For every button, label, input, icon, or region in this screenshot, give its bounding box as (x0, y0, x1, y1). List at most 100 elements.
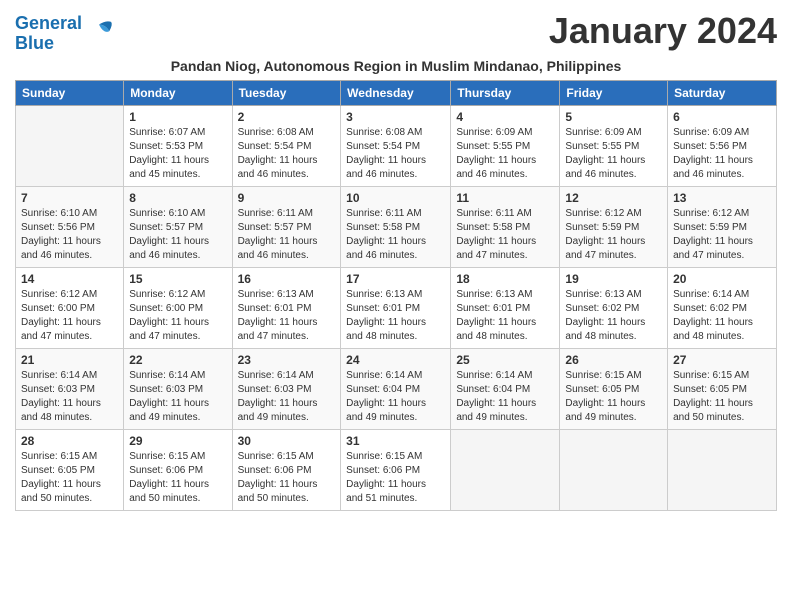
day-number: 1 (129, 110, 226, 124)
day-number: 26 (565, 353, 662, 367)
day-info: Sunrise: 6:14 AMSunset: 6:03 PMDaylight:… (129, 369, 226, 425)
day-info: Sunrise: 6:12 AMSunset: 6:00 PMDaylight:… (129, 288, 226, 344)
day-info: Sunrise: 6:08 AMSunset: 5:54 PMDaylight:… (238, 126, 336, 182)
day-number: 8 (129, 191, 226, 205)
calendar-cell: 29 Sunrise: 6:15 AMSunset: 6:06 PMDayligh… (124, 429, 232, 510)
calendar-cell: 13 Sunrise: 6:12 AMSunset: 5:59 PMDayligh… (668, 186, 777, 267)
day-number: 30 (238, 434, 336, 448)
logo: GeneralBlue (15, 14, 113, 54)
calendar-cell: 5 Sunrise: 6:09 AMSunset: 5:55 PMDaylight… (560, 105, 668, 186)
day-number: 16 (238, 272, 336, 286)
day-info: Sunrise: 6:15 AMSunset: 6:06 PMDaylight:… (238, 450, 336, 506)
day-info: Sunrise: 6:09 AMSunset: 5:55 PMDaylight:… (565, 126, 662, 182)
calendar-cell: 22Sunrise: 6:14 AMSunset: 6:03 PMDayligh… (124, 348, 232, 429)
calendar-cell: 8Sunrise: 6:10 AMSunset: 5:57 PMDaylight… (124, 186, 232, 267)
day-info: Sunrise: 6:14 AMSunset: 6:03 PMDaylight:… (21, 369, 118, 425)
day-number: 27 (673, 353, 771, 367)
day-number: 29 (129, 434, 226, 448)
day-info: Sunrise: 6:15 AMSunset: 6:05 PMDaylight:… (21, 450, 118, 506)
day-info: Sunrise: 6:13 AMSunset: 6:02 PMDaylight:… (565, 288, 662, 344)
day-info: Sunrise: 6:15 AMSunset: 6:06 PMDaylight:… (129, 450, 226, 506)
day-number: 13 (673, 191, 771, 205)
calendar-week-2: 7 Sunrise: 6:10 AMSunset: 5:56 PMDaylight… (16, 186, 777, 267)
day-info: Sunrise: 6:08 AMSunset: 5:54 PMDaylight:… (346, 126, 445, 182)
day-info: Sunrise: 6:14 AMSunset: 6:03 PMDaylight:… (238, 369, 336, 425)
day-number: 6 (673, 110, 771, 124)
day-number: 19 (565, 272, 662, 286)
day-info: Sunrise: 6:14 AMSunset: 6:02 PMDaylight:… (673, 288, 771, 344)
day-number: 21 (21, 353, 118, 367)
day-number: 5 (565, 110, 662, 124)
header-cell-friday: Friday (560, 80, 668, 105)
day-number: 17 (346, 272, 445, 286)
calendar-cell: 6 Sunrise: 6:09 AMSunset: 5:56 PMDaylight… (668, 105, 777, 186)
calendar-cell: 2 Sunrise: 6:08 AMSunset: 5:54 PMDaylight… (232, 105, 341, 186)
month-title: January 2024 (549, 10, 777, 52)
calendar-cell: 10 Sunrise: 6:11 AMSunset: 5:58 PMDayligh… (341, 186, 451, 267)
calendar-cell: 14 Sunrise: 6:12 AMSunset: 6:00 PMDayligh… (16, 267, 124, 348)
day-number: 9 (238, 191, 336, 205)
calendar-cell: 9 Sunrise: 6:11 AMSunset: 5:57 PMDaylight… (232, 186, 341, 267)
day-info: Sunrise: 6:11 AMSunset: 5:57 PMDaylight:… (238, 207, 336, 263)
calendar-cell: 17 Sunrise: 6:13 AMSunset: 6:01 PMDayligh… (341, 267, 451, 348)
calendar-cell: 28 Sunrise: 6:15 AMSunset: 6:05 PMDayligh… (16, 429, 124, 510)
day-number: 23 (238, 353, 336, 367)
day-number: 4 (456, 110, 554, 124)
calendar-header-row: SundayMondayTuesdayWednesdayThursdayFrid… (16, 80, 777, 105)
calendar-week-1: 1Sunrise: 6:07 AMSunset: 5:53 PMDaylight… (16, 105, 777, 186)
header-cell-monday: Monday (124, 80, 232, 105)
calendar-week-3: 14 Sunrise: 6:12 AMSunset: 6:00 PMDayligh… (16, 267, 777, 348)
day-info: Sunrise: 6:15 AMSunset: 6:05 PMDaylight:… (565, 369, 662, 425)
calendar-cell: 25Sunrise: 6:14 AMSunset: 6:04 PMDayligh… (451, 348, 560, 429)
header-cell-wednesday: Wednesday (341, 80, 451, 105)
calendar-week-4: 21 Sunrise: 6:14 AMSunset: 6:03 PMDayligh… (16, 348, 777, 429)
day-info: Sunrise: 6:11 AMSunset: 5:58 PMDaylight:… (456, 207, 554, 263)
day-info: Sunrise: 6:15 AMSunset: 6:06 PMDaylight:… (346, 450, 445, 506)
day-number: 15 (129, 272, 226, 286)
calendar-cell: 20 Sunrise: 6:14 AMSunset: 6:02 PMDayligh… (668, 267, 777, 348)
calendar-cell: 4 Sunrise: 6:09 AMSunset: 5:55 PMDaylight… (451, 105, 560, 186)
calendar-cell: 3 Sunrise: 6:08 AMSunset: 5:54 PMDaylight… (341, 105, 451, 186)
day-number: 31 (346, 434, 445, 448)
calendar-cell: 7 Sunrise: 6:10 AMSunset: 5:56 PMDaylight… (16, 186, 124, 267)
calendar-cell (451, 429, 560, 510)
calendar-cell: 15 Sunrise: 6:12 AMSunset: 6:00 PMDayligh… (124, 267, 232, 348)
calendar-cell: 24 Sunrise: 6:14 AMSunset: 6:04 PMDayligh… (341, 348, 451, 429)
day-info: Sunrise: 6:12 AMSunset: 5:59 PMDaylight:… (673, 207, 771, 263)
day-number: 7 (21, 191, 118, 205)
day-number: 20 (673, 272, 771, 286)
calendar-cell: 1Sunrise: 6:07 AMSunset: 5:53 PMDaylight… (124, 105, 232, 186)
calendar-cell: 16 Sunrise: 6:13 AMSunset: 6:01 PMDayligh… (232, 267, 341, 348)
day-number: 2 (238, 110, 336, 124)
calendar-cell: 30 Sunrise: 6:15 AMSunset: 6:06 PMDayligh… (232, 429, 341, 510)
day-number: 14 (21, 272, 118, 286)
day-info: Sunrise: 6:09 AMSunset: 5:56 PMDaylight:… (673, 126, 771, 182)
calendar-subtitle: Pandan Niog, Autonomous Region in Muslim… (15, 58, 777, 74)
header-cell-thursday: Thursday (451, 80, 560, 105)
header-cell-sunday: Sunday (16, 80, 124, 105)
calendar-cell (668, 429, 777, 510)
calendar-week-5: 28 Sunrise: 6:15 AMSunset: 6:05 PMDayligh… (16, 429, 777, 510)
calendar-cell: 31 Sunrise: 6:15 AMSunset: 6:06 PMDayligh… (341, 429, 451, 510)
day-number: 24 (346, 353, 445, 367)
day-number: 3 (346, 110, 445, 124)
calendar-cell: 26 Sunrise: 6:15 AMSunset: 6:05 PMDayligh… (560, 348, 668, 429)
day-number: 10 (346, 191, 445, 205)
calendar-cell: 12Sunrise: 6:12 AMSunset: 5:59 PMDayligh… (560, 186, 668, 267)
calendar-cell: 18Sunrise: 6:13 AMSunset: 6:01 PMDayligh… (451, 267, 560, 348)
calendar-cell: 23 Sunrise: 6:14 AMSunset: 6:03 PMDayligh… (232, 348, 341, 429)
day-info: Sunrise: 6:14 AMSunset: 6:04 PMDaylight:… (456, 369, 554, 425)
day-info: Sunrise: 6:09 AMSunset: 5:55 PMDaylight:… (456, 126, 554, 182)
day-number: 18 (456, 272, 554, 286)
day-number: 12 (565, 191, 662, 205)
day-info: Sunrise: 6:10 AMSunset: 5:56 PMDaylight:… (21, 207, 118, 263)
day-info: Sunrise: 6:13 AMSunset: 6:01 PMDaylight:… (346, 288, 445, 344)
day-info: Sunrise: 6:13 AMSunset: 6:01 PMDaylight:… (238, 288, 336, 344)
day-info: Sunrise: 6:15 AMSunset: 6:05 PMDaylight:… (673, 369, 771, 425)
day-number: 28 (21, 434, 118, 448)
calendar-table: SundayMondayTuesdayWednesdayThursdayFrid… (15, 80, 777, 511)
day-info: Sunrise: 6:12 AMSunset: 6:00 PMDaylight:… (21, 288, 118, 344)
header-cell-tuesday: Tuesday (232, 80, 341, 105)
day-info: Sunrise: 6:14 AMSunset: 6:04 PMDaylight:… (346, 369, 445, 425)
day-info: Sunrise: 6:11 AMSunset: 5:58 PMDaylight:… (346, 207, 445, 263)
